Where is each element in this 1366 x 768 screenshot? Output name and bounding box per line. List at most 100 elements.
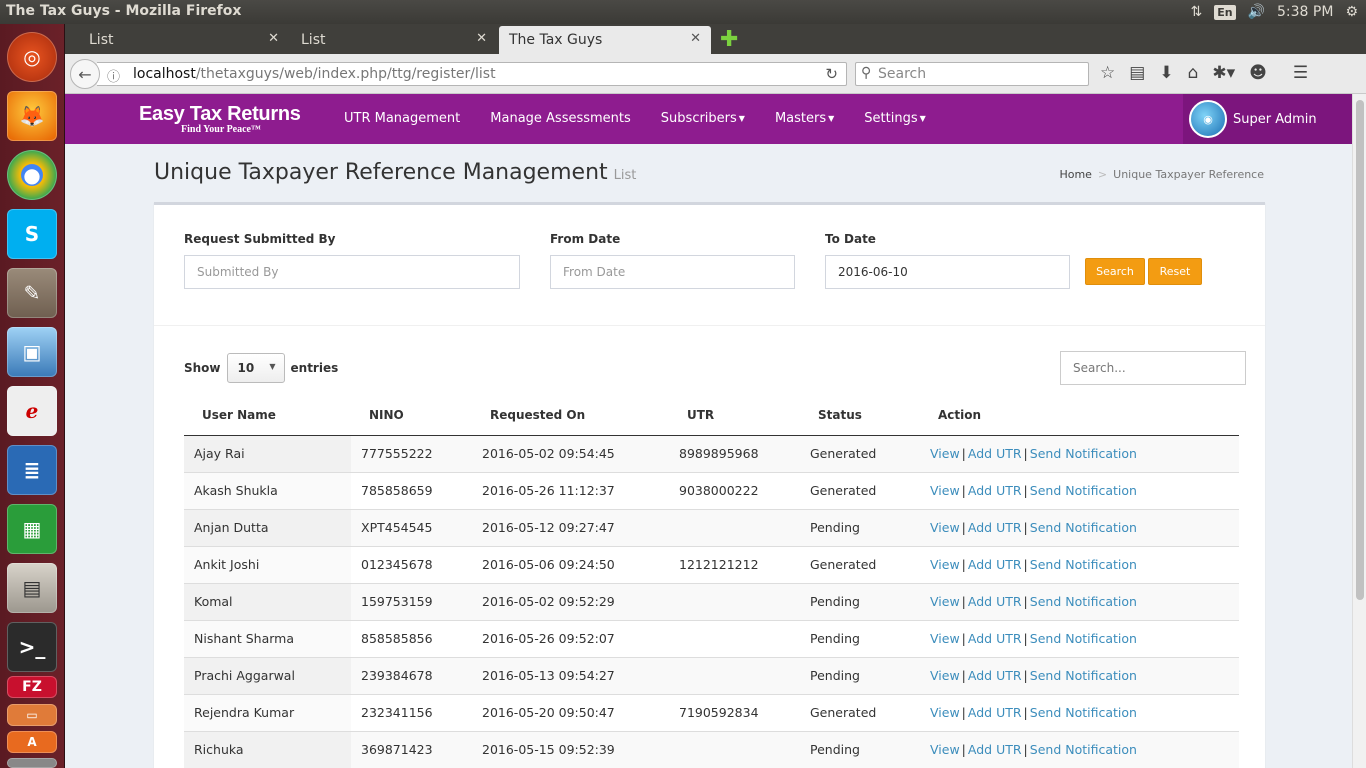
volume-icon[interactable]: 🔊 (1248, 4, 1265, 20)
unity-launcher: ◎ 🦊 ● S ✎ ▣ ℯ ≣ ▦ ▤ >_ FZ ▭ A (0, 24, 65, 768)
filezilla-icon[interactable]: FZ (7, 676, 57, 698)
table-row: Prachi Aggarwal 239384678 2016-05-13 09:54… (184, 657, 1239, 695)
column-header-user-name[interactable]: User Name (184, 395, 351, 436)
browser-tab-1[interactable]: List ✕ (79, 26, 289, 54)
close-tab-icon[interactable]: ✕ (690, 31, 701, 46)
add-utr-link[interactable]: Add UTR (968, 631, 1022, 646)
impress-icon[interactable]: ▭ (7, 704, 57, 726)
url-bar[interactable]: ⓘ localhost/thetaxguys/web/index.php/ttg… (97, 62, 847, 86)
submitted-by-input[interactable]: Submitted By (184, 255, 520, 289)
cell-utr (669, 509, 800, 547)
entries-label: entries (290, 361, 339, 375)
to-date-input[interactable]: 2016-06-10 (825, 255, 1070, 289)
menu-settings[interactable]: Settings ▼ (864, 111, 925, 126)
page-size-select[interactable]: 10 ▼ (226, 353, 285, 383)
back-button[interactable]: ← (70, 59, 100, 89)
cell-nino: XPT454545 (351, 509, 472, 547)
close-tab-icon[interactable]: ✕ (476, 31, 487, 46)
chevron-down-icon: ▼ (269, 362, 276, 371)
view-link[interactable]: View (930, 742, 960, 757)
reload-icon[interactable]: ↻ (825, 65, 838, 83)
column-header-requested-on[interactable]: Requested On (472, 395, 669, 436)
from-date-input[interactable]: From Date (550, 255, 795, 289)
send-notification-link[interactable]: Send Notification (1030, 520, 1137, 535)
bookmark-star-icon[interactable]: ☆ (1100, 63, 1115, 83)
chrome-icon[interactable]: ● (7, 150, 57, 200)
add-utr-link[interactable]: Add UTR (968, 742, 1022, 757)
search-button[interactable]: Search (1085, 258, 1145, 285)
browser-tab-active[interactable]: The Tax Guys ✕ (499, 26, 711, 54)
send-notification-link[interactable]: Send Notification (1030, 483, 1137, 498)
text-editor-icon[interactable]: ✎ (7, 268, 57, 318)
send-notification-link[interactable]: Send Notification (1030, 631, 1137, 646)
send-notification-link[interactable]: Send Notification (1030, 742, 1137, 757)
site-info-icon[interactable]: ⓘ (107, 66, 120, 85)
add-utr-link[interactable]: Add UTR (968, 446, 1022, 461)
table-row: Rejendra Kumar 232341156 2016-05-20 09:50:… (184, 694, 1239, 732)
keyboard-layout-indicator[interactable]: En (1214, 4, 1236, 20)
menu-utr-management[interactable]: UTR Management (344, 111, 460, 126)
menu-label: Masters (774, 111, 827, 126)
browser-tab-2[interactable]: List ✕ (291, 26, 497, 54)
view-link[interactable]: View (930, 705, 960, 720)
view-link[interactable]: View (930, 557, 960, 572)
browser-search-field[interactable]: ⚲ Search (855, 62, 1089, 86)
breadcrumb-home-link[interactable]: Home (1059, 168, 1091, 181)
pdf-viewer-icon[interactable]: ℯ (7, 386, 57, 436)
from-date-placeholder: From Date (563, 265, 626, 279)
link-separator: | (1023, 705, 1028, 720)
firefox-icon[interactable]: 🦊 (7, 91, 57, 141)
user-account-menu[interactable]: ◉ Super Admin (1183, 94, 1352, 144)
downloads-icon[interactable]: ⬇ (1159, 63, 1173, 83)
hamburger-menu-icon[interactable]: ☰ (1293, 63, 1308, 83)
terminal-icon[interactable]: >_ (7, 622, 57, 672)
reading-list-icon[interactable]: ▤ (1129, 63, 1145, 83)
send-notification-link[interactable]: Send Notification (1030, 594, 1137, 609)
send-notification-link[interactable]: Send Notification (1030, 705, 1137, 720)
files-icon[interactable]: ▤ (7, 563, 57, 613)
view-link[interactable]: View (930, 483, 960, 498)
trash-icon[interactable] (7, 758, 57, 768)
writer-icon[interactable]: ≣ (7, 445, 57, 495)
calc-icon[interactable]: ▦ (7, 504, 57, 554)
view-link[interactable]: View (930, 520, 960, 535)
home-icon[interactable]: ⌂ (1188, 63, 1199, 83)
add-utr-link[interactable]: Add UTR (968, 668, 1022, 683)
virtualbox-icon[interactable]: ▣ (7, 327, 57, 377)
view-link[interactable]: View (930, 446, 960, 461)
column-header-nino[interactable]: NINO (351, 395, 472, 436)
table-search-input[interactable]: Search... (1060, 351, 1246, 385)
add-utr-link[interactable]: Add UTR (968, 705, 1022, 720)
cell-utr: 1212121212 (669, 546, 800, 584)
column-header-utr[interactable]: UTR (669, 395, 800, 436)
menu-manage-assessments[interactable]: Manage Assessments (490, 111, 631, 126)
column-header-status[interactable]: Status (800, 395, 920, 436)
show-label: Show (184, 361, 221, 375)
logo[interactable]: Easy Tax Returns Find Your Peace™ (139, 103, 301, 135)
send-notification-link[interactable]: Send Notification (1030, 446, 1137, 461)
add-utr-link[interactable]: Add UTR (968, 594, 1022, 609)
extension-icon[interactable]: ✱▾ (1212, 63, 1235, 83)
add-utr-link[interactable]: Add UTR (968, 520, 1022, 535)
menu-subscribers[interactable]: Subscribers ▼ (661, 111, 745, 126)
close-tab-icon[interactable]: ✕ (268, 31, 279, 46)
ubuntu-dash-icon[interactable]: ◎ (7, 32, 57, 82)
view-link[interactable]: View (930, 631, 960, 646)
view-link[interactable]: View (930, 668, 960, 683)
new-tab-icon[interactable]: ✚ (720, 27, 738, 52)
reset-button[interactable]: Reset (1148, 258, 1202, 285)
view-link[interactable]: View (930, 594, 960, 609)
add-utr-link[interactable]: Add UTR (968, 557, 1022, 572)
menu-masters[interactable]: Masters ▼ (775, 111, 834, 126)
add-utr-link[interactable]: Add UTR (968, 483, 1022, 498)
software-center-icon[interactable]: A (7, 731, 57, 753)
send-notification-link[interactable]: Send Notification (1030, 557, 1137, 572)
settings-gear-icon[interactable]: ⚙ (1345, 4, 1358, 20)
network-icon[interactable]: ⇅ (1190, 4, 1202, 20)
skype-icon[interactable]: S (7, 209, 57, 259)
page-scrollbar[interactable] (1352, 94, 1366, 768)
scrollbar-thumb[interactable] (1356, 100, 1364, 600)
chat-icon[interactable]: ☻ (1249, 63, 1267, 83)
clock[interactable]: 5:38 PM (1277, 4, 1333, 20)
send-notification-link[interactable]: Send Notification (1030, 668, 1137, 683)
